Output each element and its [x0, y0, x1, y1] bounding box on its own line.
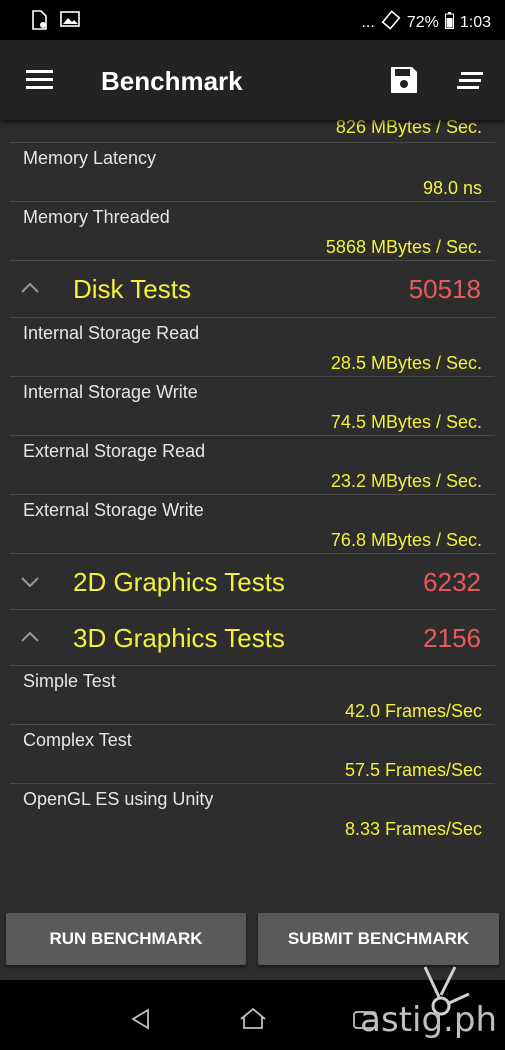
list-item: Internal Storage Write 74.5 MBytes / Sec…: [0, 377, 505, 435]
section-title: 2D Graphics Tests: [73, 567, 285, 597]
run-benchmark-button[interactable]: RUN BENCHMARK: [6, 913, 246, 965]
sort-icon[interactable]: [457, 70, 485, 92]
result-label: External Storage Read: [23, 441, 206, 461]
rotate-icon: [381, 10, 401, 35]
save-icon[interactable]: [390, 66, 418, 94]
chevron-up-icon[interactable]: [20, 281, 40, 295]
section-header-2d-graphics[interactable]: 2D Graphics Tests 6232: [0, 554, 505, 609]
list-item: External Storage Read 23.2 MBytes / Sec.: [0, 436, 505, 494]
result-label: Internal Storage Read: [23, 323, 200, 343]
section-score: 2156: [423, 623, 481, 653]
result-value: 28.5 MBytes / Sec.: [330, 353, 482, 373]
watermark-logo: astig.ph: [360, 960, 505, 1050]
list-item: Memory Threaded 5868 MBytes / Sec.: [0, 202, 505, 260]
watermark-text: astig.ph: [360, 1000, 497, 1040]
submit-benchmark-button[interactable]: SUBMIT BENCHMARK: [258, 913, 499, 965]
result-value: 74.5 MBytes / Sec.: [330, 412, 482, 432]
list-item: Internal Storage Read 28.5 MBytes / Sec.: [0, 318, 505, 376]
battery-percent: 72%: [406, 13, 439, 31]
section-header-disk[interactable]: Disk Tests 50518: [0, 261, 505, 317]
result-label: Memory Threaded: [23, 207, 170, 227]
clock: 1:03: [459, 13, 491, 31]
result-label: Memory Latency: [23, 148, 157, 168]
section-title: Disk Tests: [73, 274, 191, 304]
result-value: 76.8 MBytes / Sec.: [330, 530, 482, 550]
result-value: 57.5 Frames/Sec: [344, 760, 482, 780]
section-score: 50518: [408, 274, 481, 304]
home-icon[interactable]: [239, 1007, 267, 1031]
list-item: Simple Test 42.0 Frames/Sec: [0, 666, 505, 724]
status-dots: ...: [361, 13, 375, 31]
result-label: Complex Test: [23, 730, 132, 750]
chevron-up-icon[interactable]: [20, 630, 40, 644]
page-title: Benchmark: [101, 66, 243, 96]
result-value: 98.0 ns: [422, 178, 482, 198]
back-icon[interactable]: [130, 1008, 152, 1030]
app-bar: Benchmark: [0, 40, 505, 120]
chevron-down-icon[interactable]: [20, 575, 40, 589]
result-label: Simple Test: [23, 671, 116, 691]
result-value: 42.0 Frames/Sec: [344, 701, 482, 721]
section-score: 6232: [423, 567, 481, 597]
result-value: 23.2 MBytes / Sec.: [330, 471, 482, 491]
results-list[interactable]: 826 MBytes / Sec. Memory Latency 98.0 ns…: [0, 120, 505, 900]
list-item: OpenGL ES using Unity 8.33 Frames/Sec: [0, 784, 505, 842]
image-icon: [60, 10, 80, 35]
section-title: 3D Graphics Tests: [73, 623, 285, 653]
status-bar: ... 72% 1:03: [0, 0, 505, 40]
result-value: 826 MBytes / Sec.: [335, 120, 482, 137]
list-item-partial: 826 MBytes / Sec.: [0, 120, 505, 142]
result-value: 5868 MBytes / Sec.: [325, 237, 482, 257]
result-label: External Storage Write: [23, 500, 204, 520]
battery-icon: [444, 11, 454, 34]
sd-card-icon: [30, 10, 48, 35]
list-item: External Storage Write 76.8 MBytes / Sec…: [0, 495, 505, 553]
list-item: Memory Latency 98.0 ns: [0, 143, 505, 201]
hamburger-menu-icon[interactable]: [26, 68, 54, 92]
result-label: Internal Storage Write: [23, 382, 198, 402]
result-label: OpenGL ES using Unity: [23, 789, 214, 809]
result-value: 8.33 Frames/Sec: [344, 819, 482, 839]
list-item: Complex Test 57.5 Frames/Sec: [0, 725, 505, 783]
section-header-3d-graphics[interactable]: 3D Graphics Tests 2156: [0, 610, 505, 665]
